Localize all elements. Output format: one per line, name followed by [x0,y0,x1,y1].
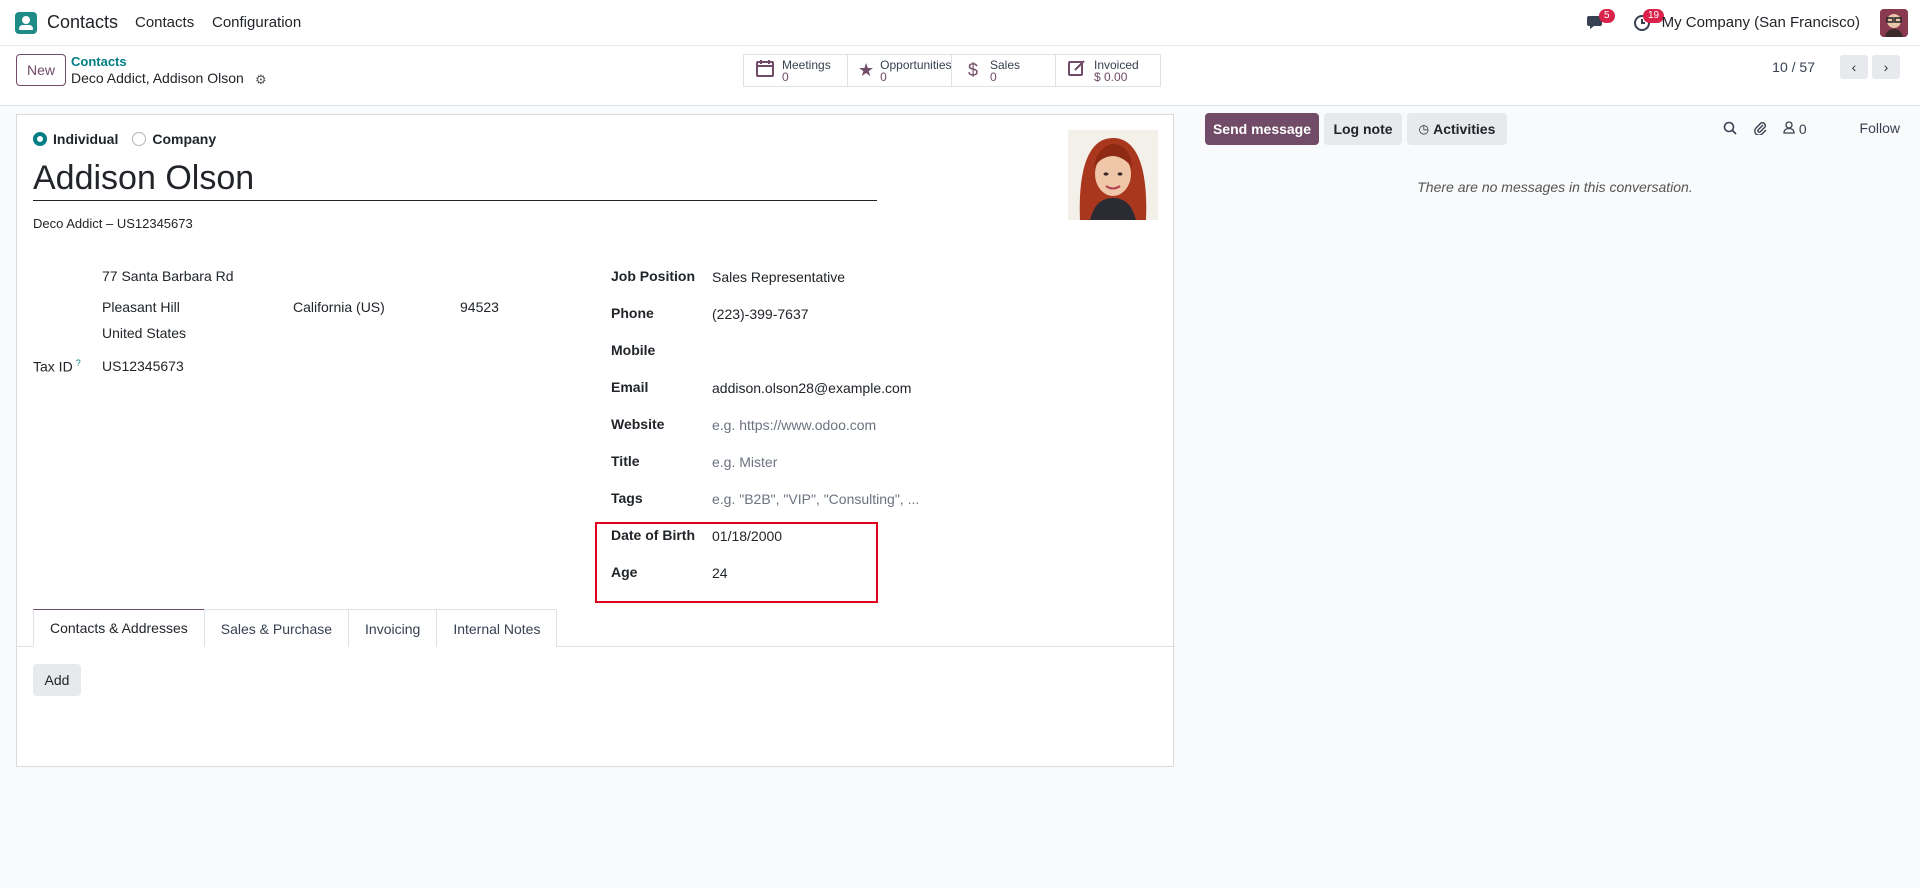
email-field[interactable]: addison.olson28@example.com [712,380,911,396]
menu-contacts[interactable]: Contacts [135,14,194,31]
meetings-button[interactable]: Meetings 0 [744,55,848,86]
tab-internal-notes[interactable]: Internal Notes [436,609,558,647]
chevron-right-icon: › [1883,59,1889,75]
pager-previous-button[interactable]: ‹ [1840,55,1868,79]
state-field[interactable]: California (US) [293,299,385,315]
clock-icon: ◷ [1418,122,1430,136]
chevron-left-icon: ‹ [1851,59,1857,75]
radio-individual-label[interactable]: Individual [53,131,118,147]
tax-id-field[interactable]: US12345673 [102,358,184,374]
send-message-button[interactable]: Send message [1205,113,1319,145]
phone-label: Phone [611,305,654,321]
opportunities-label: Opportunities [880,57,952,72]
user-avatar[interactable] [1880,9,1908,37]
name-input[interactable]: Addison Olson [33,159,877,201]
add-contact-button[interactable]: Add [33,664,81,696]
city-field[interactable]: Pleasant Hill [102,299,180,315]
activities-icon[interactable]: 19 [1632,9,1665,34]
form-sheet: Individual Company Addison Olson Deco Ad… [16,114,1175,767]
log-note-button[interactable]: Log note [1324,113,1402,145]
user-icon [1783,121,1799,137]
title-label: Title [611,453,640,469]
new-button[interactable]: New [16,54,66,86]
title-field[interactable]: e.g. Mister [712,454,777,470]
country-field[interactable]: United States [102,325,186,341]
activities-label: Activities [1433,121,1496,137]
contacts-app-icon[interactable] [15,12,37,34]
meetings-label: Meetings [782,57,831,72]
phone-field[interactable]: (223)-399-7637 [712,306,809,322]
meetings-value: 0 [782,69,789,84]
tab-invoicing[interactable]: Invoicing [348,609,438,647]
follow-button[interactable]: Follow [1860,120,1900,136]
tab-contacts-addresses[interactable]: Contacts & Addresses [33,609,205,647]
mobile-label: Mobile [611,342,656,358]
zip-field[interactable]: 94523 [460,299,499,315]
tab-sales-purchase[interactable]: Sales & Purchase [203,609,350,647]
control-panel: New Contacts Deco Addict, Addison Olson … [0,46,1920,106]
opportunities-value: 0 [880,69,887,84]
parent-company-line[interactable]: Deco Addict – US12345673 [33,216,193,231]
tags-label: Tags [611,490,643,506]
app-name[interactable]: Contacts [47,12,118,33]
invoiced-label: Invoiced [1094,57,1139,72]
dollar-icon: $ [967,60,978,80]
paperclip-icon[interactable] [1753,121,1767,138]
gear-icon[interactable]: ⚙ [255,72,267,88]
help-icon[interactable]: ? [76,358,81,368]
company-type-radio: Individual Company [33,131,230,147]
tags-field[interactable]: e.g. "B2B", "VIP", "Consulting", ... [712,491,919,507]
company-switcher[interactable]: My Company (San Francisco) [1662,14,1860,31]
radio-individual[interactable] [33,132,47,146]
followers-button[interactable]: 0 [1783,121,1807,137]
top-navbar: Contacts Contacts Configuration 5 19 My … [0,0,1920,46]
contact-photo[interactable] [1068,130,1158,220]
calendar-icon [754,58,776,83]
pager-value[interactable]: 10 / 57 [1772,59,1815,75]
star-icon: ★ [858,60,875,80]
sales-button[interactable]: $ Sales 0 [952,55,1056,86]
empty-conversation-text: There are no messages in this conversati… [1417,179,1693,195]
notebook-tabs: Contacts & Addresses Sales & Purchase In… [33,609,558,647]
street-field[interactable]: 77 Santa Barbara Rd [102,268,234,284]
radio-company[interactable] [132,132,147,146]
followers-count: 0 [1798,121,1807,137]
breadcrumb-current: Deco Addict, Addison Olson [71,70,244,86]
radio-company-label[interactable]: Company [152,131,216,147]
invoiced-button[interactable]: Invoiced $ 0.00 [1056,55,1160,86]
mobile-field[interactable] [712,343,1012,361]
website-field[interactable]: e.g. https://www.odoo.com [712,417,876,433]
messages-icon[interactable]: 5 [1586,9,1615,34]
edit-icon [1066,58,1088,83]
opportunities-button[interactable]: ★ Opportunities 0 [848,55,952,86]
website-label: Website [611,416,665,432]
pager-next-button[interactable]: › [1872,55,1900,79]
smart-buttons: Meetings 0 ★ Opportunities 0 $ Sales 0 Invo… [743,54,1161,87]
search-icon[interactable] [1723,121,1737,138]
highlight-box [595,522,878,603]
sales-value: 0 [990,69,997,84]
job-position-field[interactable]: Sales Representative [712,269,845,285]
job-position-label: Job Position [611,268,695,284]
activities-button[interactable]: ◷ Activities [1407,113,1507,145]
chatter: Send message Log note ◷ Activities 0 Foll… [1190,106,1920,888]
tax-id-label: Tax ID? [33,358,81,375]
sales-label: Sales [990,57,1021,72]
email-label: Email [611,379,649,395]
invoiced-value: $ 0.00 [1094,69,1128,84]
messages-badge: 5 [1599,9,1615,23]
menu-configuration[interactable]: Configuration [212,14,301,31]
breadcrumb-contacts[interactable]: Contacts [71,54,127,69]
